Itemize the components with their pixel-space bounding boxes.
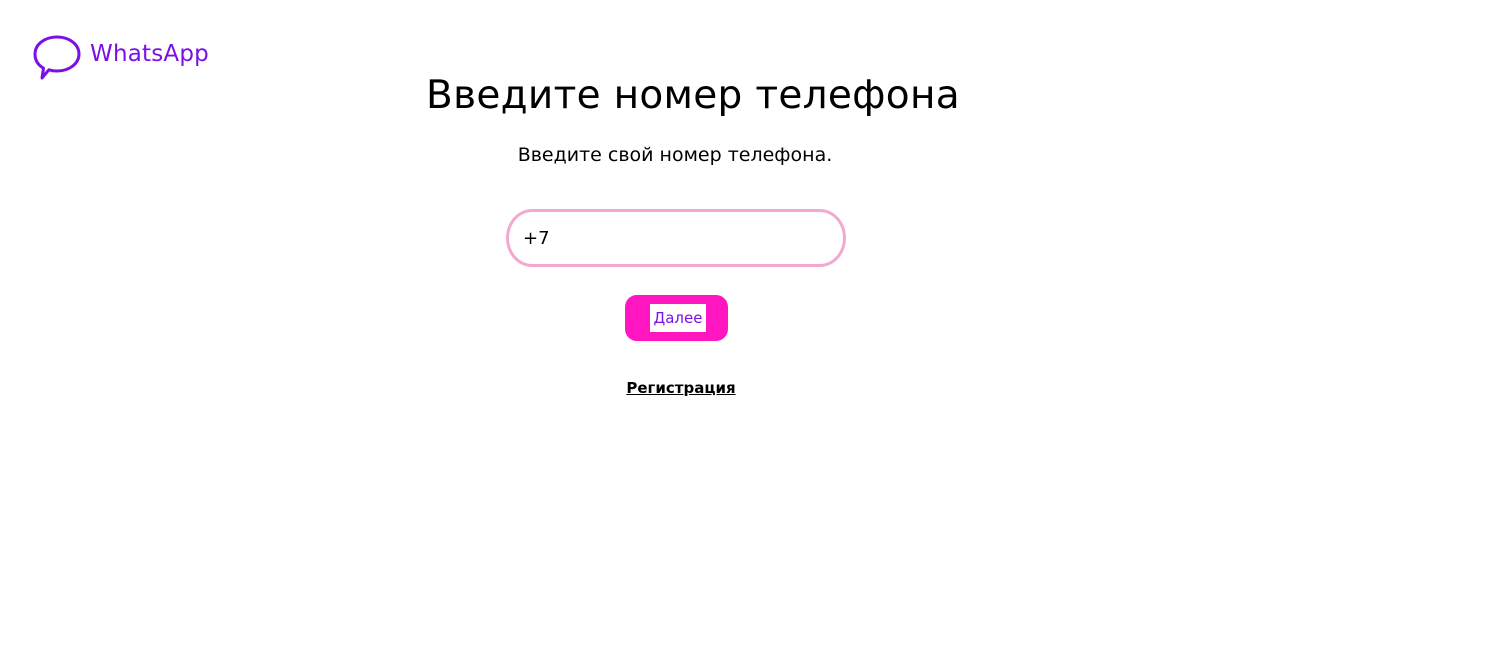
page-title: Введите номер телефона	[426, 73, 960, 118]
page-subtitle: Введите свой номер телефона.	[517, 144, 833, 166]
register-link[interactable]: Регистрация	[0, 376, 1362, 400]
phone-input[interactable]	[506, 209, 846, 267]
next-button-label: Далее	[650, 304, 706, 332]
next-button[interactable]: Далее	[625, 295, 728, 341]
brand-name: WhatsApp	[90, 41, 209, 67]
